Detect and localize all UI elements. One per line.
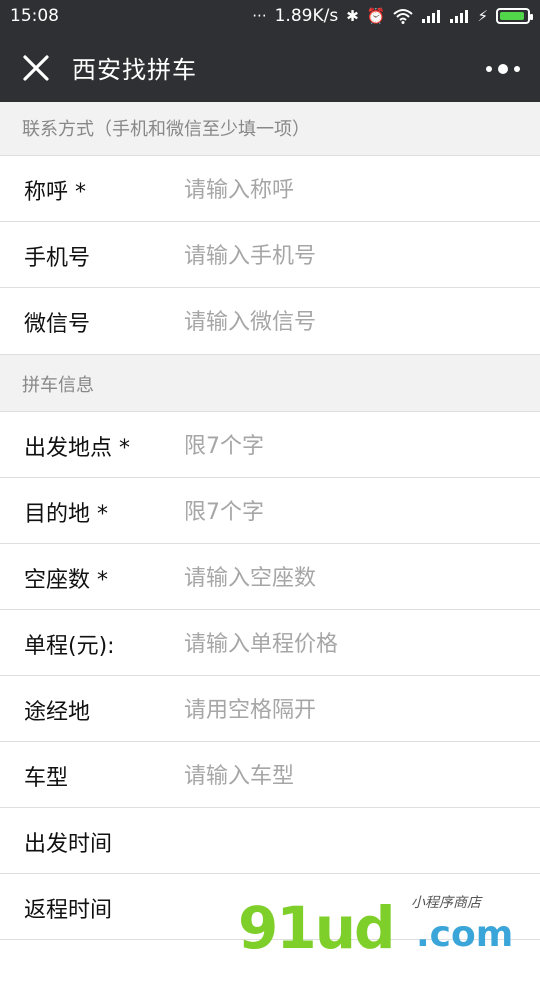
destination-input[interactable] — [182, 492, 526, 532]
page-title: 西安找拼车 — [72, 56, 197, 84]
via-input[interactable] — [182, 690, 526, 730]
bluetooth-icon: ✱ — [346, 7, 359, 25]
form-row-car-model: 车型 — [0, 742, 540, 808]
car-model-input[interactable] — [182, 756, 526, 796]
departure-input[interactable] — [182, 426, 526, 466]
section-header-contact: 联系方式（手机和微信至少填一项） — [0, 102, 540, 156]
form-row-price: 单程(元): — [0, 610, 540, 676]
return-time-label: 返程时间 — [24, 898, 113, 923]
form-row-return-time[interactable]: 返程时间 — [0, 874, 540, 940]
network-speed: 1.89K/s — [274, 6, 339, 26]
phone-label: 手机号 — [24, 246, 91, 271]
form-row-via: 途经地 — [0, 676, 540, 742]
status-time: 15:08 — [10, 6, 59, 26]
form-row-wechat: 微信号 — [0, 288, 540, 354]
more-options-icon[interactable] — [484, 62, 522, 76]
form-row-seats: 空座数 * — [0, 544, 540, 610]
section-header-trip: 拼车信息 — [0, 354, 540, 412]
charging-icon: ⚡ — [477, 7, 488, 25]
form-row-departure: 出发地点 * — [0, 412, 540, 478]
signal-icon-2 — [450, 10, 469, 23]
form-row-partial — [0, 940, 540, 1006]
form-row-phone: 手机号 — [0, 222, 540, 288]
via-label: 途经地 — [24, 700, 91, 725]
departure-time-label: 出发时间 — [24, 832, 113, 857]
wechat-input[interactable] — [182, 302, 526, 342]
status-indicators: ··· 1.89K/s ✱ ⏰ ⚡ — [252, 6, 533, 26]
form-row-departure-time[interactable]: 出发时间 — [0, 808, 540, 874]
destination-label: 目的地 * — [24, 502, 108, 527]
wifi-icon — [393, 9, 414, 24]
close-icon[interactable] — [18, 50, 54, 86]
seats-label: 空座数 * — [24, 568, 108, 593]
section-header-contact-text: 联系方式（手机和微信至少填一项） — [22, 119, 310, 140]
wechat-label: 微信号 — [24, 312, 91, 337]
car-model-label: 车型 — [24, 766, 69, 791]
departure-label: 出发地点 * — [24, 436, 130, 461]
name-label: 称呼 * — [24, 180, 86, 205]
status-bar: 15:08 ··· 1.89K/s ✱ ⏰ ⚡ — [0, 0, 540, 32]
alarm-icon: ⏰ — [366, 7, 386, 25]
form-row-name: 称呼 * — [0, 156, 540, 222]
signal-icon — [422, 10, 441, 23]
section-header-trip-text: 拼车信息 — [22, 375, 94, 396]
price-input[interactable] — [182, 624, 526, 664]
more-indicators: ··· — [252, 7, 267, 25]
seats-input[interactable] — [182, 558, 526, 598]
name-input[interactable] — [182, 170, 526, 210]
phone-input[interactable] — [182, 236, 526, 276]
form-row-destination: 目的地 * — [0, 478, 540, 544]
battery-icon — [496, 8, 533, 24]
price-label: 单程(元): — [24, 634, 115, 659]
title-bar: 西安找拼车 — [0, 32, 540, 102]
